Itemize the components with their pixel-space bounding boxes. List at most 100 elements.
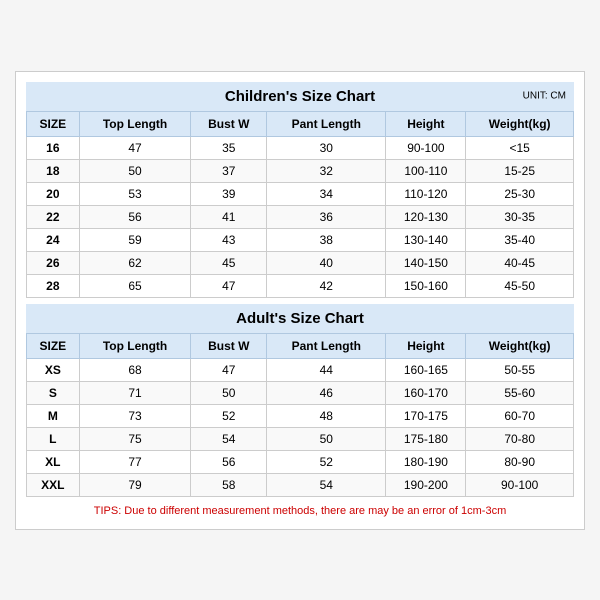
data-cell: 47 — [191, 274, 267, 297]
children-table-row: 22564136120-13030-35 — [27, 205, 574, 228]
data-cell: 120-130 — [386, 205, 466, 228]
adult-col-header-pant-length: Pant Length — [267, 333, 386, 358]
data-cell: 47 — [79, 136, 191, 159]
data-cell: 34 — [267, 182, 386, 205]
adult-col-header-weight: Weight(kg) — [466, 333, 574, 358]
adult-section: Adult's Size Chart SIZE Top Length Bust … — [26, 304, 574, 497]
data-cell: 44 — [267, 358, 386, 381]
size-cell: XS — [27, 358, 80, 381]
data-cell: 38 — [267, 228, 386, 251]
data-cell: 100-110 — [386, 159, 466, 182]
data-cell: 50 — [79, 159, 191, 182]
size-cell: 24 — [27, 228, 80, 251]
adult-table-row: XS684744160-16550-55 — [27, 358, 574, 381]
col-header-size: SIZE — [27, 111, 80, 136]
data-cell: 62 — [79, 251, 191, 274]
data-cell: 35-40 — [466, 228, 574, 251]
children-table: SIZE Top Length Bust W Pant Length Heigh… — [26, 111, 574, 298]
data-cell: 75 — [79, 427, 191, 450]
data-cell: <15 — [466, 136, 574, 159]
unit-label: UNIT: CM — [523, 91, 566, 102]
data-cell: 90-100 — [386, 136, 466, 159]
data-cell: 110-120 — [386, 182, 466, 205]
size-cell: 26 — [27, 251, 80, 274]
data-cell: 71 — [79, 381, 191, 404]
data-cell: 68 — [79, 358, 191, 381]
size-cell: 28 — [27, 274, 80, 297]
data-cell: 37 — [191, 159, 267, 182]
col-header-bust-w: Bust W — [191, 111, 267, 136]
data-cell: 41 — [191, 205, 267, 228]
data-cell: 90-100 — [466, 473, 574, 496]
data-cell: 160-170 — [386, 381, 466, 404]
size-cell: 18 — [27, 159, 80, 182]
col-header-pant-length: Pant Length — [267, 111, 386, 136]
data-cell: 70-80 — [466, 427, 574, 450]
data-cell: 73 — [79, 404, 191, 427]
adult-col-header-top-length: Top Length — [79, 333, 191, 358]
data-cell: 35 — [191, 136, 267, 159]
adult-table-row: XL775652180-19080-90 — [27, 450, 574, 473]
data-cell: 50 — [267, 427, 386, 450]
data-cell: 50-55 — [466, 358, 574, 381]
data-cell: 175-180 — [386, 427, 466, 450]
size-cell: M — [27, 404, 80, 427]
data-cell: 50 — [191, 381, 267, 404]
data-cell: 48 — [267, 404, 386, 427]
data-cell: 43 — [191, 228, 267, 251]
data-cell: 39 — [191, 182, 267, 205]
data-cell: 58 — [191, 473, 267, 496]
data-cell: 150-160 — [386, 274, 466, 297]
data-cell: 77 — [79, 450, 191, 473]
data-cell: 190-200 — [386, 473, 466, 496]
children-table-row: 1647353090-100<15 — [27, 136, 574, 159]
children-table-row: 26624540140-15040-45 — [27, 251, 574, 274]
children-table-row: 20533934110-12025-30 — [27, 182, 574, 205]
children-table-row: 24594338130-14035-40 — [27, 228, 574, 251]
adult-col-header-height: Height — [386, 333, 466, 358]
children-title-text: Children's Size Chart — [225, 88, 375, 105]
data-cell: 25-30 — [466, 182, 574, 205]
data-cell: 55-60 — [466, 381, 574, 404]
adult-header-row: SIZE Top Length Bust W Pant Length Heigh… — [27, 333, 574, 358]
data-cell: 30-35 — [466, 205, 574, 228]
children-section-title: Children's Size Chart UNIT: CM — [26, 82, 574, 111]
data-cell: 54 — [191, 427, 267, 450]
children-table-row: 18503732100-11015-25 — [27, 159, 574, 182]
adult-table-row: S715046160-17055-60 — [27, 381, 574, 404]
data-cell: 30 — [267, 136, 386, 159]
data-cell: 60-70 — [466, 404, 574, 427]
adult-table-row: L755450175-18070-80 — [27, 427, 574, 450]
children-table-row: 28654742150-16045-50 — [27, 274, 574, 297]
data-cell: 56 — [79, 205, 191, 228]
data-cell: 54 — [267, 473, 386, 496]
col-header-top-length: Top Length — [79, 111, 191, 136]
data-cell: 40-45 — [466, 251, 574, 274]
data-cell: 53 — [79, 182, 191, 205]
data-cell: 46 — [267, 381, 386, 404]
data-cell: 65 — [79, 274, 191, 297]
tips-text: TIPS: Due to different measurement metho… — [26, 503, 574, 519]
adult-title-text: Adult's Size Chart — [236, 310, 364, 327]
data-cell: 80-90 — [466, 450, 574, 473]
data-cell: 45 — [191, 251, 267, 274]
adult-table-row: M735248170-17560-70 — [27, 404, 574, 427]
data-cell: 40 — [267, 251, 386, 274]
adult-section-title: Adult's Size Chart — [26, 304, 574, 333]
data-cell: 160-165 — [386, 358, 466, 381]
adult-table: SIZE Top Length Bust W Pant Length Heigh… — [26, 333, 574, 497]
adult-col-header-bust-w: Bust W — [191, 333, 267, 358]
size-cell: XL — [27, 450, 80, 473]
data-cell: 56 — [191, 450, 267, 473]
size-cell: 16 — [27, 136, 80, 159]
size-cell: 22 — [27, 205, 80, 228]
data-cell: 47 — [191, 358, 267, 381]
data-cell: 42 — [267, 274, 386, 297]
col-header-height: Height — [386, 111, 466, 136]
data-cell: 36 — [267, 205, 386, 228]
data-cell: 45-50 — [466, 274, 574, 297]
data-cell: 52 — [191, 404, 267, 427]
data-cell: 170-175 — [386, 404, 466, 427]
data-cell: 59 — [79, 228, 191, 251]
size-cell: 20 — [27, 182, 80, 205]
